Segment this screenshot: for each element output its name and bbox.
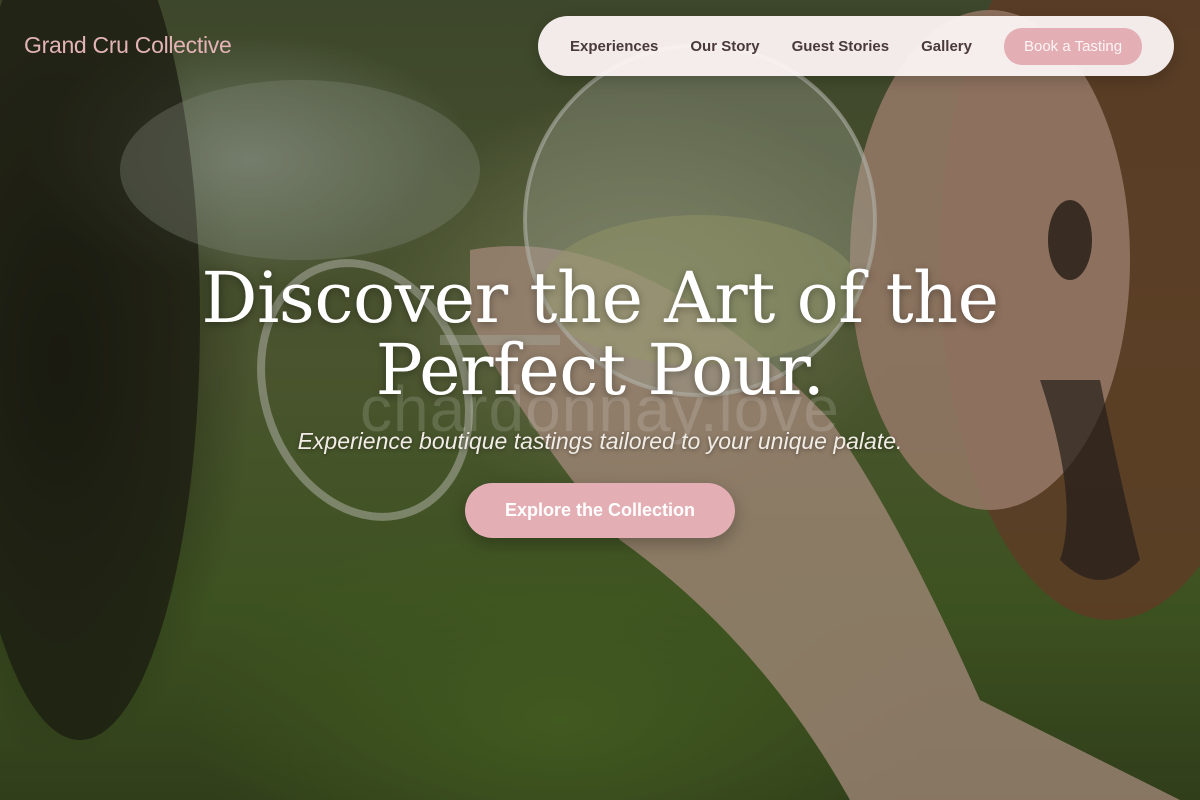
nav-item-our-story[interactable]: Our Story [690, 38, 759, 55]
main-nav: Experiences Our Story Guest Stories Gall… [538, 16, 1174, 76]
book-tasting-button[interactable]: Book a Tasting [1003, 27, 1143, 65]
hero-headline-line-2: Perfect Pour. [375, 329, 825, 411]
brand-logo[interactable]: Grand Cru Collective [24, 32, 232, 59]
hero-section: Discover the Art of the Perfect Pour. Ex… [0, 262, 1200, 538]
hero-headline-line-1: Discover the Art of the [201, 257, 999, 339]
hero-headline: Discover the Art of the Perfect Pour. [200, 262, 1000, 406]
nav-item-gallery[interactable]: Gallery [921, 38, 972, 55]
nav-item-experiences[interactable]: Experiences [570, 38, 658, 55]
explore-collection-button[interactable]: Explore the Collection [464, 483, 736, 538]
hero-subtitle: Experience boutique tastings tailored to… [297, 428, 903, 454]
nav-item-guest-stories[interactable]: Guest Stories [792, 38, 890, 55]
